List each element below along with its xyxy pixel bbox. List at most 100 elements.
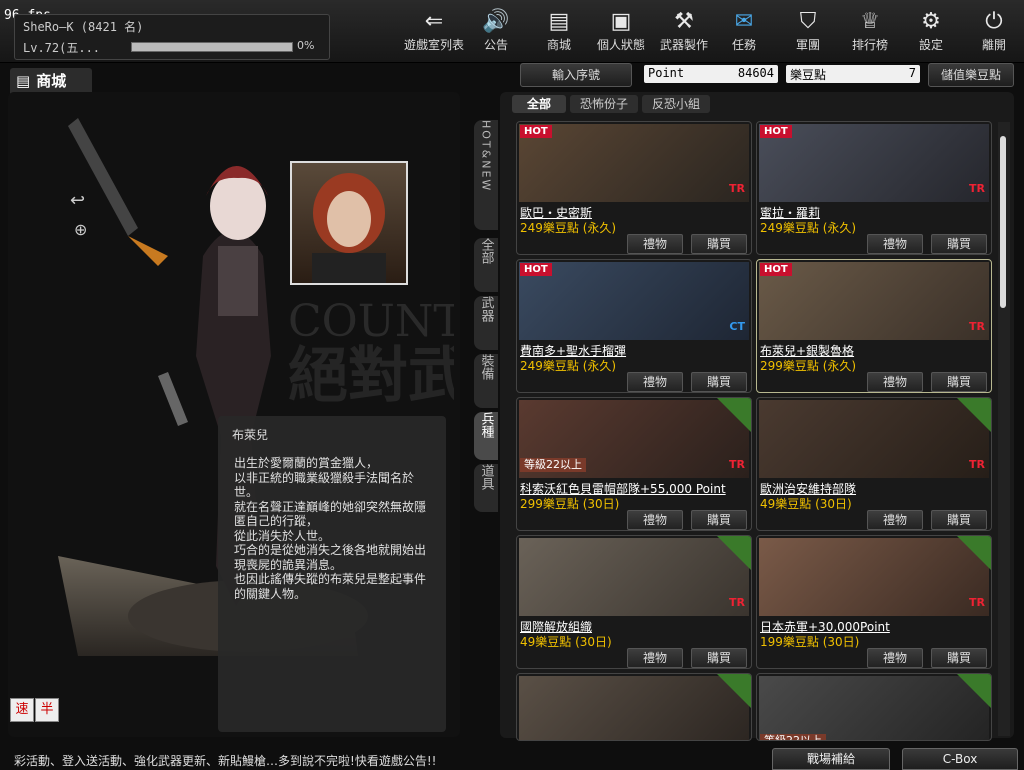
- shop-item-card[interactable]: HOT CT 費南多+聖水手榴彈 249樂豆點 (永久) 禮物 購買: [516, 259, 752, 393]
- nav-shield-button[interactable]: ⛉ 軍團: [778, 8, 838, 58]
- buy-button[interactable]: 購買: [931, 648, 987, 668]
- item-image: [519, 676, 749, 740]
- shop-tab-label: 商城: [36, 72, 67, 90]
- buy-button[interactable]: 購買: [931, 510, 987, 530]
- buy-button[interactable]: 購買: [691, 234, 747, 254]
- shop-icon: ▤: [548, 9, 570, 34]
- back-arrow-icon: ⇐: [424, 9, 444, 34]
- bonus-point-ribbon: [957, 536, 991, 570]
- team-badge: TR: [729, 182, 745, 195]
- gift-button[interactable]: 禮物: [627, 648, 683, 668]
- shop-item-card[interactable]: 等級22以上: [756, 673, 992, 741]
- profile-card-icon: ▣: [610, 9, 632, 34]
- nav-label: 軍團: [795, 38, 820, 52]
- nav-label: 個人狀態: [596, 38, 645, 52]
- gift-button[interactable]: 禮物: [867, 510, 923, 530]
- nav-profile-card-button[interactable]: ▣ 個人狀態: [591, 8, 651, 58]
- nav-label: 設定: [918, 38, 943, 52]
- experience-bar: [131, 42, 293, 52]
- hot-badge: HOT: [520, 125, 552, 138]
- nav-label: 排行榜: [851, 38, 888, 52]
- bonus-point-ribbon: [957, 398, 991, 432]
- gift-button[interactable]: 禮物: [867, 234, 923, 254]
- nav-weapon-craft-button[interactable]: ⚒ 武器製作: [654, 8, 714, 58]
- shop-icon: ▤: [16, 72, 31, 90]
- team-badge: TR: [729, 596, 745, 609]
- nav-trophy-button[interactable]: ♕ 排行榜: [840, 8, 900, 58]
- cbox-button[interactable]: C-Box: [902, 748, 1018, 770]
- tab-all-label: 全部: [478, 238, 494, 264]
- buy-button[interactable]: 購買: [931, 372, 987, 392]
- nav-label: 商城: [546, 38, 571, 52]
- item-image: [759, 262, 989, 340]
- item-price: 199樂豆點 (30日): [760, 635, 860, 649]
- item-price: 249樂豆點 (永久): [520, 221, 617, 235]
- bonus-point-ribbon: [717, 536, 751, 570]
- battlefield-supply-button[interactable]: 戰場補給: [772, 748, 890, 770]
- character-description-box: 布萊兒 出生於愛爾蘭的賞金獵人， 以非正統的職業級獵殺手法聞名於世。 就在名聲正…: [218, 416, 446, 732]
- speaker-icon: 🔊: [482, 9, 510, 34]
- tab-all[interactable]: 全部: [474, 238, 498, 292]
- speed-button[interactable]: 速: [10, 698, 34, 722]
- shop-item-card[interactable]: [516, 673, 752, 741]
- shop-item-card[interactable]: HOT TR 布萊兒+銀製魯格 299樂豆點 (永久) 禮物 購買: [756, 259, 992, 393]
- shop-item-card[interactable]: TR 歐洲治安維持部隊 49樂豆點 (30日) 禮物 購買: [756, 397, 992, 531]
- serial-code-button[interactable]: 輸入序號: [520, 63, 632, 87]
- nav-speaker-button[interactable]: 🔊 公告: [466, 8, 526, 58]
- trophy-icon: ♕: [860, 9, 880, 34]
- zoom-icon[interactable]: ⊕: [74, 220, 87, 239]
- gift-button[interactable]: 禮物: [867, 648, 923, 668]
- tab-classes[interactable]: 兵種: [474, 412, 498, 460]
- level-requirement-badge: 等級22以上: [760, 734, 826, 740]
- filter-all[interactable]: 全部: [512, 95, 566, 113]
- shop-item-card[interactable]: TR 日本赤軍+30,000Point 199樂豆點 (30日) 禮物 購買: [756, 535, 992, 669]
- team-badge: TR: [969, 596, 985, 609]
- mission-ticket-icon: ✉: [734, 9, 754, 34]
- shop-item-card[interactable]: TR 國際解放組織 49樂豆點 (30日) 禮物 購買: [516, 535, 752, 669]
- filter-terrorist[interactable]: 恐怖份子: [570, 95, 638, 113]
- hot-badge: HOT: [760, 263, 792, 276]
- nav-power-button[interactable]: ⏻ 離開: [964, 8, 1024, 58]
- rotate-icon[interactable]: ↩: [70, 190, 85, 211]
- nav-mission-ticket-button[interactable]: ✉ 任務: [714, 8, 774, 58]
- shop-item-card[interactable]: HOT TR 歐巴・史密斯 249樂豆點 (永久) 禮物 購買: [516, 121, 752, 255]
- experience-percent: 0%: [297, 39, 315, 52]
- item-image: [759, 400, 989, 478]
- gift-button[interactable]: 禮物: [627, 510, 683, 530]
- buy-button[interactable]: 購買: [931, 234, 987, 254]
- user-level: Lv.72(五...: [23, 41, 101, 55]
- shop-tab[interactable]: ▤ 商城: [10, 68, 92, 94]
- shop-item-card[interactable]: 等級22以上 TR 科索沃紅色貝雷帽部隊+55,000 Point 299樂豆點 (3…: [516, 397, 752, 531]
- filter-counter-terrorist[interactable]: 反恐小組: [642, 95, 710, 113]
- user-info-box: SheRo—K (8421 名) Lv.72(五... 0%: [14, 14, 330, 60]
- half-button[interactable]: 半: [35, 698, 59, 722]
- nav-label: 遊戲室列表: [404, 38, 465, 52]
- portrait-image: [312, 173, 386, 283]
- gift-button[interactable]: 禮物: [627, 372, 683, 392]
- team-badge: TR: [969, 320, 985, 333]
- item-price: 49樂豆點 (30日): [760, 497, 852, 511]
- tab-hot-new[interactable]: HOT&NEW: [474, 120, 498, 230]
- tab-items[interactable]: 道具: [474, 464, 498, 512]
- item-price: 49樂豆點 (30日): [520, 635, 612, 649]
- team-badge: CT: [729, 320, 745, 333]
- nav-back-arrow-button[interactable]: ⇐ 遊戲室列表: [404, 8, 464, 58]
- buy-button[interactable]: 購買: [691, 372, 747, 392]
- nav-gear-button[interactable]: ⚙ 設定: [901, 8, 961, 58]
- nav-shop-button[interactable]: ▤ 商城: [529, 8, 589, 58]
- scrollbar-thumb[interactable]: [1000, 136, 1006, 308]
- topup-button[interactable]: 儲值樂豆點: [928, 63, 1014, 87]
- buy-button[interactable]: 購買: [691, 648, 747, 668]
- hot-badge: HOT: [760, 125, 792, 138]
- gift-button[interactable]: 禮物: [627, 234, 683, 254]
- buy-button[interactable]: 購買: [691, 510, 747, 530]
- tab-equipment[interactable]: 裝備: [474, 354, 498, 408]
- gift-button[interactable]: 禮物: [867, 372, 923, 392]
- item-price: 249樂豆點 (永久): [520, 359, 617, 373]
- shop-item-card[interactable]: HOT TR 蜜拉・羅莉 249樂豆點 (永久) 禮物 購買: [756, 121, 992, 255]
- gear-icon: ⚙: [921, 9, 941, 34]
- tab-weapons-label: 武器: [478, 296, 494, 322]
- tab-weapons[interactable]: 武器: [474, 296, 498, 350]
- point-label: Point: [648, 66, 685, 80]
- news-ticker: 彩活動、登入送活動、強化武器更新、新貼鰻槍…多到說不完啦!快看遊戲公告!!: [14, 754, 437, 768]
